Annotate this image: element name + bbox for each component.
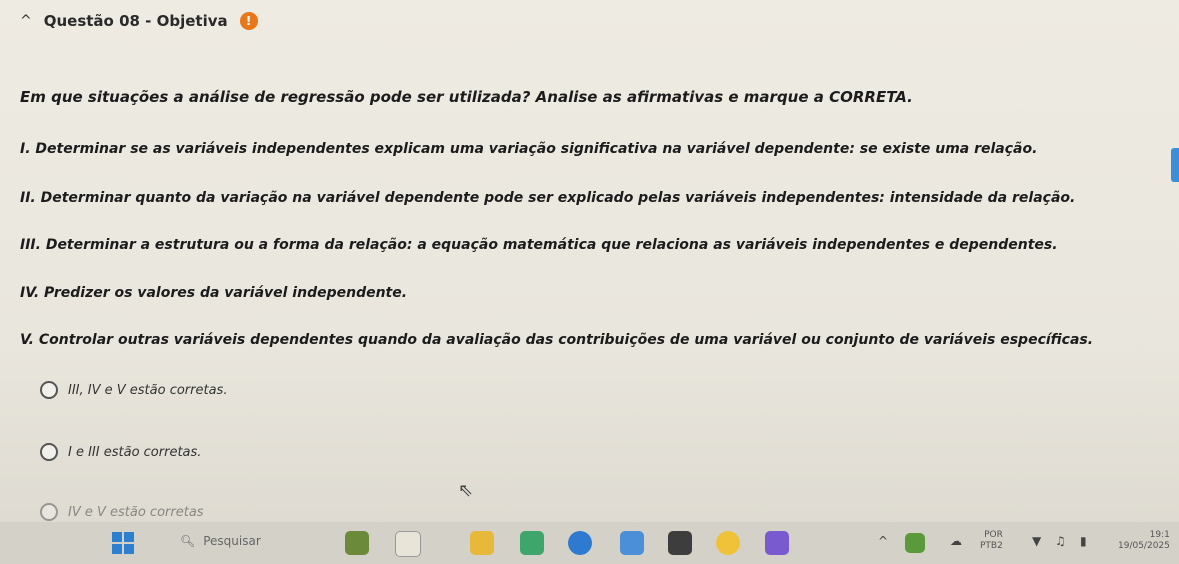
answer-option-3[interactable]: IV e V estão corretas — [40, 503, 204, 521]
option-label: III, IV e V estão corretas. — [68, 382, 228, 398]
question-header[interactable]: ^ Questão 08 - Objetiva ! — [20, 12, 258, 30]
battery-icon[interactable]: ▮ — [1080, 534, 1087, 548]
question-title: Questão 08 - Objetiva — [43, 12, 228, 30]
statement-1: I. Determinar se as variáveis independen… — [20, 141, 1038, 157]
chevron-up-icon[interactable]: ^ — [20, 13, 32, 29]
windows-start-icon[interactable] — [112, 532, 134, 554]
clock-time: 19:1 — [1149, 530, 1170, 540]
statement-2: II. Determinar quanto da variação na var… — [20, 190, 1076, 206]
app-icon-dark[interactable] — [668, 531, 692, 555]
radio-button[interactable] — [40, 381, 58, 399]
chevron-up-icon[interactable]: ^ — [878, 534, 888, 548]
statement-4: IV. Predizer os valores da variável inde… — [20, 285, 408, 301]
file-explorer-icon[interactable] — [470, 531, 494, 555]
alert-icon: ! — [239, 12, 258, 30]
task-view-icon[interactable] — [395, 531, 421, 557]
keyboard-layout: PTB2 — [980, 541, 1003, 551]
app-icon-teams[interactable] — [765, 531, 789, 555]
taskbar: 🔍︎ Pesquisar ^ ☁ POR PTB2 ▼ ♫ ▮ 19:1 19/… — [0, 522, 1179, 564]
search-icon: 🔍︎ — [180, 534, 196, 548]
chrome-browser-icon[interactable] — [716, 531, 740, 555]
tray-app-icon[interactable] — [905, 533, 925, 553]
statement-5: V. Controlar outras variáveis dependente… — [20, 332, 1094, 348]
clock-date: 19/05/2025 — [1118, 541, 1170, 551]
scroll-tab[interactable] — [1171, 148, 1179, 182]
app-icon-store[interactable] — [620, 531, 644, 555]
onedrive-icon[interactable]: ☁ — [950, 534, 962, 548]
language-code: POR — [984, 530, 1003, 540]
language-indicator[interactable]: POR PTB2 — [980, 530, 1003, 552]
app-icon-widgets[interactable] — [345, 531, 369, 555]
mouse-cursor-icon: ⇖ — [458, 480, 474, 501]
wifi-icon[interactable]: ▼ — [1032, 534, 1041, 548]
edge-browser-icon[interactable] — [568, 531, 592, 555]
search-placeholder: Pesquisar — [203, 534, 261, 548]
statement-3: III. Determinar a estrutura ou a forma d… — [20, 237, 1058, 253]
option-label: IV e V estão corretas — [68, 504, 204, 520]
radio-button[interactable] — [40, 503, 58, 521]
question-prompt: Em que situações a análise de regressão … — [20, 88, 913, 106]
radio-button[interactable] — [40, 443, 58, 461]
answer-option-1[interactable]: III, IV e V estão corretas. — [40, 381, 227, 399]
clock[interactable]: 19:1 19/05/2025 — [1118, 530, 1170, 552]
app-icon-green[interactable] — [520, 531, 544, 555]
option-label: I e III estão corretas. — [68, 444, 202, 460]
taskbar-search[interactable]: 🔍︎ Pesquisar — [180, 534, 261, 548]
volume-icon[interactable]: ♫ — [1055, 534, 1066, 548]
answer-option-2[interactable]: I e III estão corretas. — [40, 443, 201, 461]
